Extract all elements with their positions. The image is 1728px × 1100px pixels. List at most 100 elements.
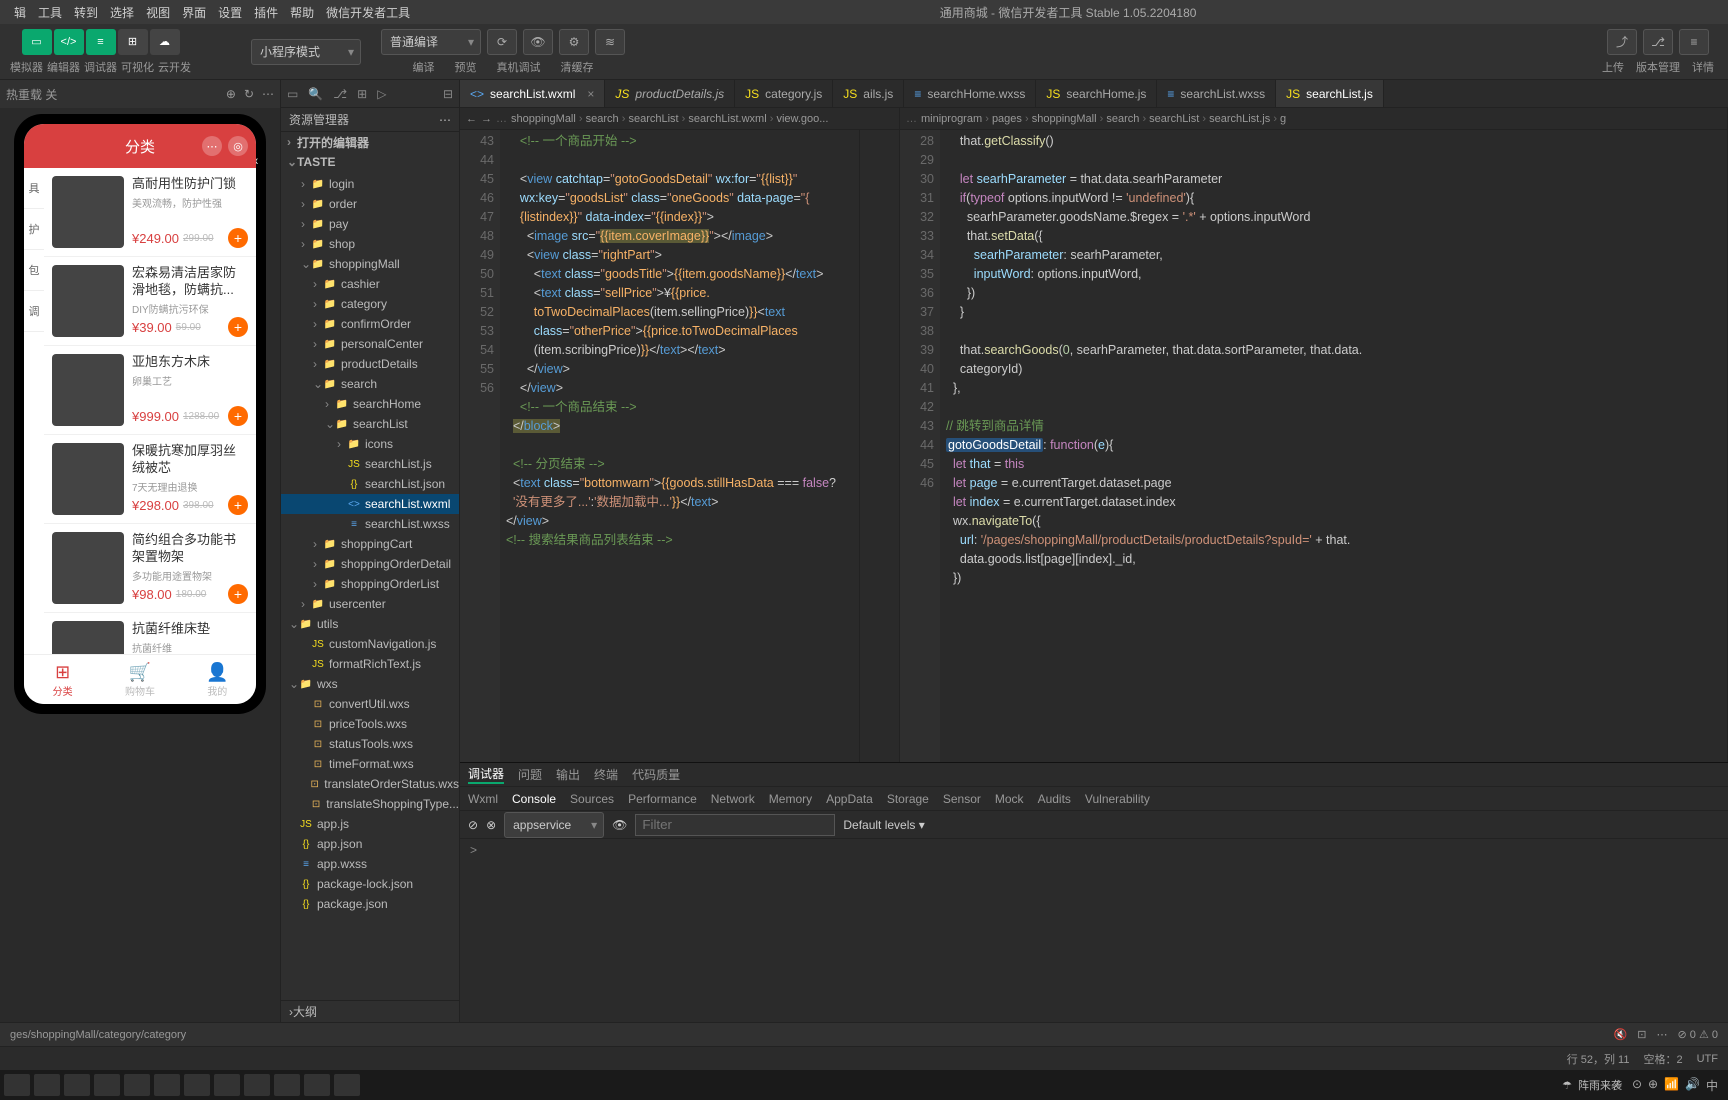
breadcrumb-left[interactable]: ← → …shoppingMall › search › searchList … bbox=[460, 108, 899, 130]
outline-section[interactable]: ›大纲 bbox=[281, 1000, 459, 1022]
tree-node[interactable]: JSformatRichText.js bbox=[281, 654, 459, 674]
more-icon[interactable]: ⋯ bbox=[262, 87, 274, 101]
console-prompt[interactable]: > bbox=[470, 843, 477, 857]
devtools-tab[interactable]: 问题 bbox=[518, 766, 542, 783]
devtools-subtab[interactable]: Mock bbox=[995, 792, 1024, 806]
zoom-icon[interactable]: ⊕ bbox=[226, 87, 236, 101]
expand-icon[interactable]: ⊡ bbox=[1637, 1028, 1646, 1041]
devtools-tab[interactable]: 输出 bbox=[556, 766, 580, 783]
tree-node[interactable]: ⌄ 📁searchList bbox=[281, 414, 459, 434]
devtools-subtab[interactable]: Storage bbox=[887, 792, 929, 806]
tree-node[interactable]: › 📁pay bbox=[281, 214, 459, 234]
task-item[interactable] bbox=[274, 1074, 300, 1096]
task-item[interactable] bbox=[154, 1074, 180, 1096]
encoding[interactable]: UTF bbox=[1697, 1053, 1718, 1065]
editor-tab[interactable]: JSails.js bbox=[833, 80, 904, 107]
git-icon[interactable]: ⎇ bbox=[333, 87, 347, 101]
editor-tab[interactable]: JScategory.js bbox=[735, 80, 833, 107]
close-icon[interactable]: × bbox=[587, 87, 594, 101]
tabbar-item[interactable]: 🛒购物车 bbox=[101, 655, 178, 704]
devtools-subtab[interactable]: Vulnerability bbox=[1085, 792, 1150, 806]
code-editor-left[interactable]: 4344454647484950515253545556 <!-- 一个商品开始… bbox=[460, 130, 899, 762]
menu-item[interactable]: 帮助 bbox=[284, 6, 320, 20]
tree-node[interactable]: {}package-lock.json bbox=[281, 874, 459, 894]
tree-node[interactable]: › 📁usercenter bbox=[281, 594, 459, 614]
debug-icon[interactable]: ▷ bbox=[377, 87, 386, 101]
tree-node[interactable]: ≡app.wxss bbox=[281, 854, 459, 874]
product-item[interactable]: 简约组合多功能书架置物架 多功能用途置物架 ¥98.00180.00+ bbox=[44, 524, 256, 613]
category-item[interactable]: 调 bbox=[24, 291, 44, 332]
devtools-tab[interactable]: 终端 bbox=[594, 766, 618, 783]
version-icon[interactable]: ⎇ bbox=[1643, 29, 1673, 55]
workspace-root[interactable]: ⌄TASTE bbox=[281, 152, 459, 172]
menu-item[interactable]: 设置 bbox=[212, 6, 248, 20]
breadcrumb-right[interactable]: …miniprogram › pages › shoppingMall › se… bbox=[900, 108, 1727, 130]
clear-icon[interactable]: ⊗ bbox=[486, 818, 496, 832]
eye-icon[interactable]: 👁 bbox=[612, 818, 627, 832]
tree-node[interactable]: ⌄ 📁wxs bbox=[281, 674, 459, 694]
details-icon[interactable]: ≡ bbox=[1679, 29, 1709, 55]
tree-node[interactable]: › 📁shoppingOrderDetail bbox=[281, 554, 459, 574]
menu-item[interactable]: 工具 bbox=[32, 6, 68, 20]
context-select[interactable]: appservice bbox=[504, 812, 604, 838]
devtools-subtab[interactable]: Console bbox=[512, 792, 556, 806]
product-item[interactable]: 高耐用性防护门锁 美观流畅，防护性强 ¥249.00299.00+ bbox=[44, 168, 256, 257]
editor-tab[interactable]: JSsearchHome.js bbox=[1036, 80, 1157, 107]
mode-select[interactable]: 小程序模式 bbox=[251, 39, 361, 65]
add-to-cart-icon[interactable]: + bbox=[228, 317, 248, 337]
tree-node[interactable]: ⊡priceTools.wxs bbox=[281, 714, 459, 734]
add-to-cart-icon[interactable]: + bbox=[228, 584, 248, 604]
editor-tab[interactable]: JSsearchList.js bbox=[1276, 80, 1384, 107]
indent-setting[interactable]: 空格：2 bbox=[1643, 1051, 1682, 1067]
forward-icon[interactable]: → bbox=[481, 113, 492, 125]
file-icon[interactable]: ▭ bbox=[287, 87, 298, 101]
tree-node[interactable]: › 📁shop bbox=[281, 234, 459, 254]
tree-node[interactable]: › 📁personalCenter bbox=[281, 334, 459, 354]
back-icon[interactable]: ← bbox=[466, 113, 477, 125]
remote-debug-icon[interactable]: ⚙ bbox=[559, 29, 589, 55]
tree-node[interactable]: JSsearchList.js bbox=[281, 454, 459, 474]
tree-node[interactable]: <>searchList.wxml bbox=[281, 494, 459, 514]
devtools-tab[interactable]: 代码质量 bbox=[632, 766, 680, 783]
open-editors-section[interactable]: ›打开的编辑器 bbox=[281, 132, 459, 152]
task-item[interactable] bbox=[94, 1074, 120, 1096]
refresh-icon[interactable]: ⟳ bbox=[487, 29, 517, 55]
preview-icon[interactable]: 👁 bbox=[523, 29, 553, 55]
clear-cache-icon[interactable]: ≋ bbox=[595, 29, 625, 55]
tree-node[interactable]: ≡searchList.wxss bbox=[281, 514, 459, 534]
category-sidebar[interactable]: 具护包调 bbox=[24, 168, 44, 654]
problem-count[interactable]: ⚠ 0 bbox=[1699, 1029, 1718, 1041]
category-item[interactable]: 具 bbox=[24, 168, 44, 209]
add-to-cart-icon[interactable]: + bbox=[228, 228, 248, 248]
menu-icon[interactable]: ⋯ bbox=[202, 136, 222, 156]
cloud-btn[interactable]: ☁ bbox=[150, 29, 180, 55]
task-item[interactable] bbox=[244, 1074, 270, 1096]
tree-node[interactable]: JSapp.js bbox=[281, 814, 459, 834]
cursor-position[interactable]: 行 52，列 11 bbox=[1567, 1051, 1630, 1067]
menu-item[interactable]: 界面 bbox=[176, 6, 212, 20]
tree-node[interactable]: › 📁shoppingCart bbox=[281, 534, 459, 554]
editor-tab[interactable]: <>searchList.wxml× bbox=[460, 80, 605, 107]
tabbar-item[interactable]: ⊞分类 bbox=[24, 655, 101, 704]
devtools-subtab[interactable]: Performance bbox=[628, 792, 697, 806]
tray-icon[interactable]: 📶 bbox=[1664, 1077, 1679, 1094]
task-item[interactable] bbox=[304, 1074, 330, 1096]
debugger-btn[interactable]: ≡ bbox=[86, 29, 116, 55]
tree-node[interactable]: › 📁category bbox=[281, 294, 459, 314]
stop-icon[interactable]: ⊘ bbox=[468, 818, 478, 832]
menu-item[interactable]: 微信开发者工具 bbox=[320, 6, 416, 20]
tree-node[interactable]: ⊡statusTools.wxs bbox=[281, 734, 459, 754]
devtools-subtab[interactable]: Audits bbox=[1038, 792, 1071, 806]
devtools-subtab[interactable]: Network bbox=[711, 792, 755, 806]
menu-item[interactable]: 选择 bbox=[104, 6, 140, 20]
tree-node[interactable]: ⊡timeFormat.wxs bbox=[281, 754, 459, 774]
task-item[interactable] bbox=[124, 1074, 150, 1096]
tree-node[interactable]: ⌄ 📁search bbox=[281, 374, 459, 394]
product-item[interactable]: 抗菌纤维床垫 抗菌纤维 ¥399.00468.00+ bbox=[44, 613, 256, 654]
devtools-subtab[interactable]: Memory bbox=[769, 792, 812, 806]
tree-node[interactable]: › 📁cashier bbox=[281, 274, 459, 294]
mute-icon[interactable]: 🔇 bbox=[1614, 1028, 1628, 1041]
tabbar-item[interactable]: 👤我的 bbox=[179, 655, 256, 704]
devtools-tab[interactable]: 调试器 bbox=[468, 765, 504, 784]
devtools-subtab[interactable]: Sources bbox=[570, 792, 614, 806]
